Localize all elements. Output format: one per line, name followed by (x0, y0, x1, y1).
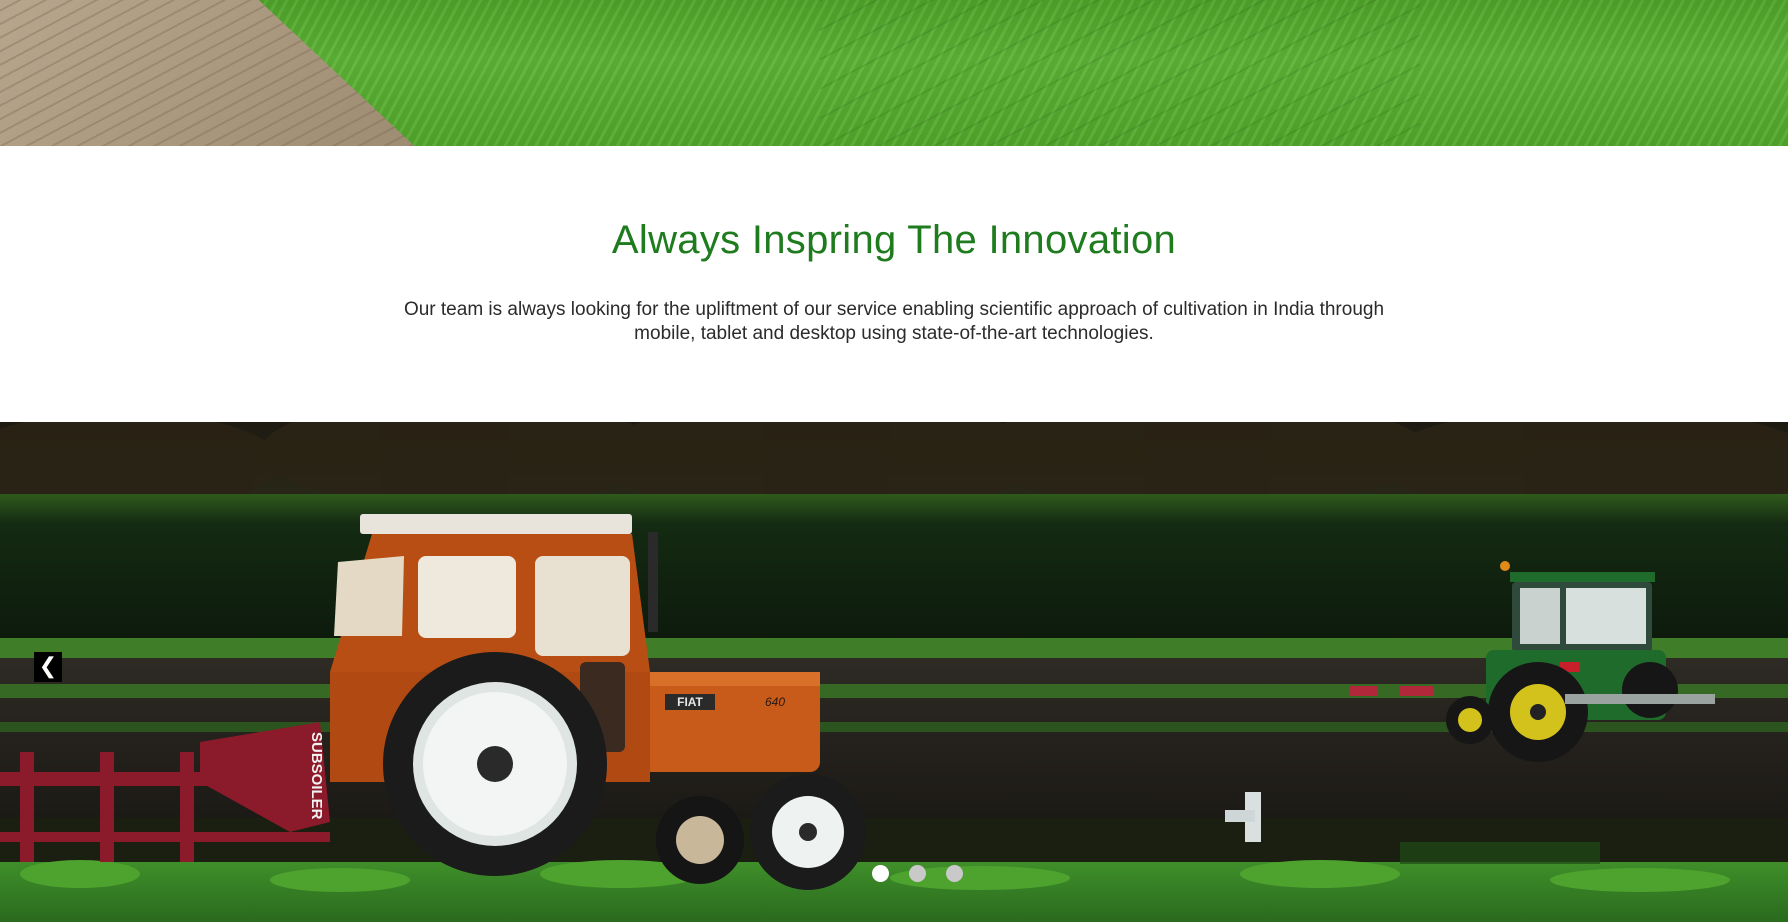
svg-text:FIAT: FIAT (677, 695, 703, 709)
chevron-left-icon: ❮ (38, 654, 58, 679)
carousel-prev-button[interactable]: ❮ (34, 652, 62, 682)
carousel-dot-3[interactable] (946, 865, 963, 882)
carousel-dot-1[interactable] (872, 865, 889, 882)
carousel-slide-image: SUBSOILER FIAT 640 (0, 422, 1788, 922)
intro-section: Always Inspring The Innovation Our team … (0, 146, 1788, 422)
top-banner-image (0, 0, 1788, 146)
image-carousel[interactable]: SUBSOILER FIAT 640 ❮ (0, 422, 1788, 922)
carousel-dot-2[interactable] (909, 865, 926, 882)
field-tracks (820, 0, 1420, 146)
page: Always Inspring The Innovation Our team … (0, 0, 1788, 922)
plowed-soil-area (0, 0, 440, 146)
intro-title: Always Inspring The Innovation (611, 218, 1177, 262)
intro-description: Our team is always looking for the uplif… (403, 299, 1385, 344)
svg-text:640: 640 (765, 695, 785, 709)
svg-text:SUBSOILER: SUBSOILER (308, 732, 325, 820)
carousel-indicators (872, 865, 963, 883)
